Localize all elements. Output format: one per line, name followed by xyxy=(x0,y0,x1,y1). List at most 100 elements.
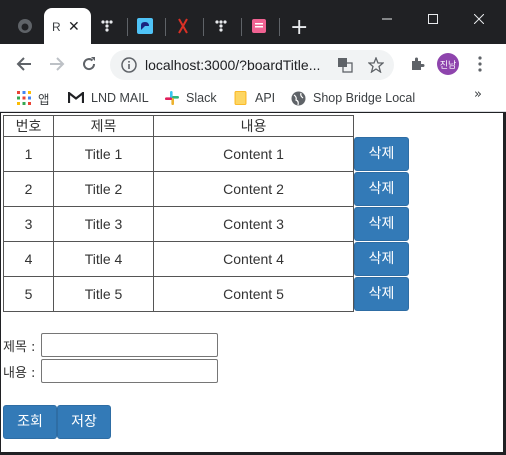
board-table: 번호 제목 내용 1 Title 1 Content 1 삭제 2 Title … xyxy=(3,115,410,312)
bookmark-shop-bridge[interactable]: Shop Bridge Local xyxy=(291,89,415,107)
minimize-icon xyxy=(382,18,392,20)
cell-no: 2 xyxy=(3,171,54,207)
delete-button[interactable]: 삭제 xyxy=(354,242,409,276)
bookmark-lnd-mail[interactable]: LND MAIL xyxy=(68,89,149,107)
header-title: 제목 xyxy=(53,115,154,137)
bookmarks-overflow-button[interactable]: » xyxy=(474,87,482,102)
apps-grid-icon xyxy=(17,91,31,105)
tab-github[interactable] xyxy=(10,8,40,44)
folder-icon xyxy=(234,91,248,105)
close-icon xyxy=(474,14,484,24)
forward-button[interactable] xyxy=(45,52,69,76)
gmail-icon xyxy=(68,92,84,104)
browser-window: R ✕ + localhost:3000/?boardTitle... 진남 앱… xyxy=(0,0,506,455)
page-content: 번호 제목 내용 1 Title 1 Content 1 삭제 2 Title … xyxy=(1,113,503,452)
url-text: localhost:3000/?boardTitle... xyxy=(145,57,321,73)
cell-no: 5 xyxy=(3,276,54,312)
profile-avatar[interactable]: 진남 xyxy=(437,53,459,75)
cell-actions: 삭제 xyxy=(354,207,410,242)
table-row: 5 Title 5 Content 5 삭제 xyxy=(3,276,410,312)
globe-icon xyxy=(291,91,306,106)
arrow-left-icon xyxy=(16,57,31,71)
cell-content: Content 1 xyxy=(153,136,354,172)
tab-active-title: R xyxy=(52,20,61,34)
cell-title: Title 4 xyxy=(53,241,154,277)
bookmark-api[interactable]: API xyxy=(234,89,275,107)
new-tab-button[interactable]: + xyxy=(290,17,308,39)
cell-actions: 삭제 xyxy=(354,172,410,207)
cell-no: 1 xyxy=(3,136,54,172)
delete-button[interactable]: 삭제 xyxy=(354,277,409,311)
form-actions: 조회 저장 xyxy=(3,405,111,439)
reload-button[interactable] xyxy=(77,52,101,76)
tab-app[interactable] xyxy=(132,8,158,44)
tab-divider xyxy=(203,18,204,36)
table-row: 4 Title 4 Content 4 삭제 xyxy=(3,241,410,277)
header-no: 번호 xyxy=(3,115,54,137)
cell-no: 4 xyxy=(3,241,54,277)
extensions-icon[interactable] xyxy=(409,56,425,72)
content-row: 내용 : xyxy=(3,358,218,384)
table-row: 2 Title 2 Content 2 삭제 xyxy=(3,171,410,207)
github-icon xyxy=(18,19,32,33)
document-icon xyxy=(252,19,266,33)
tab-tree-2[interactable] xyxy=(208,8,234,44)
translate-icon[interactable] xyxy=(337,57,353,73)
cell-title: Title 5 xyxy=(53,276,154,312)
delete-button[interactable]: 삭제 xyxy=(354,172,409,206)
slack-icon xyxy=(165,91,179,105)
reload-icon xyxy=(83,57,96,71)
cell-content: Content 4 xyxy=(153,241,354,277)
tab-tree-1[interactable] xyxy=(94,8,120,44)
save-button[interactable]: 저장 xyxy=(57,405,111,439)
tab-active[interactable]: R ✕ xyxy=(44,8,91,46)
table-header-row: 번호 제목 내용 xyxy=(3,115,410,137)
bookmark-apps[interactable]: 앱 xyxy=(17,89,50,107)
pdf-icon xyxy=(178,18,188,34)
bookmark-label: 앱 xyxy=(38,92,50,107)
close-window-button[interactable] xyxy=(456,8,502,30)
app-icon xyxy=(137,18,153,34)
tab-divider xyxy=(241,18,242,36)
cell-actions: 삭제 xyxy=(354,277,410,312)
content-label: 내용 : xyxy=(3,365,36,381)
bookmark-label: Slack xyxy=(186,91,217,105)
table-row: 3 Title 3 Content 3 삭제 xyxy=(3,206,410,242)
minimize-button[interactable] xyxy=(364,8,410,30)
delete-button[interactable]: 삭제 xyxy=(354,207,409,241)
maximize-icon xyxy=(428,14,438,24)
header-actions xyxy=(354,116,410,137)
star-icon[interactable] xyxy=(368,57,384,73)
tree-icon xyxy=(101,20,113,32)
cell-content: Content 2 xyxy=(153,171,354,207)
back-button[interactable] xyxy=(12,52,36,76)
close-tab-icon[interactable]: ✕ xyxy=(68,20,80,34)
cell-actions: 삭제 xyxy=(354,137,410,172)
maximize-button[interactable] xyxy=(410,8,456,30)
tab-divider xyxy=(279,18,280,36)
tab-divider xyxy=(127,18,128,36)
cell-title: Title 2 xyxy=(53,171,154,207)
tab-pdf[interactable] xyxy=(170,8,196,44)
bookmark-label: API xyxy=(255,91,276,105)
title-label: 제목 : xyxy=(3,339,36,355)
menu-dots-icon[interactable] xyxy=(477,56,483,72)
bookmark-label: Shop Bridge Local xyxy=(313,91,416,105)
content-input[interactable] xyxy=(41,359,218,383)
delete-button[interactable]: 삭제 xyxy=(354,137,409,171)
title-row: 제목 : xyxy=(3,332,218,358)
bookmark-slack[interactable]: Slack xyxy=(165,89,217,107)
tab-document[interactable] xyxy=(246,8,272,44)
bookmarks-bar: 앱 LND MAIL Slack API Shop Bridge Local xyxy=(0,84,506,112)
cell-content: Content 3 xyxy=(153,206,354,242)
table-row: 1 Title 1 Content 1 삭제 xyxy=(3,136,410,172)
address-bar[interactable]: localhost:3000/?boardTitle... xyxy=(110,50,394,80)
info-icon[interactable] xyxy=(121,57,137,73)
cell-no: 3 xyxy=(3,206,54,242)
cell-content: Content 5 xyxy=(153,276,354,312)
search-button[interactable]: 조회 xyxy=(3,405,57,439)
tab-divider xyxy=(165,18,166,36)
arrow-right-icon xyxy=(50,57,65,71)
title-input[interactable] xyxy=(41,333,218,357)
tab-strip: R ✕ + xyxy=(0,0,506,46)
